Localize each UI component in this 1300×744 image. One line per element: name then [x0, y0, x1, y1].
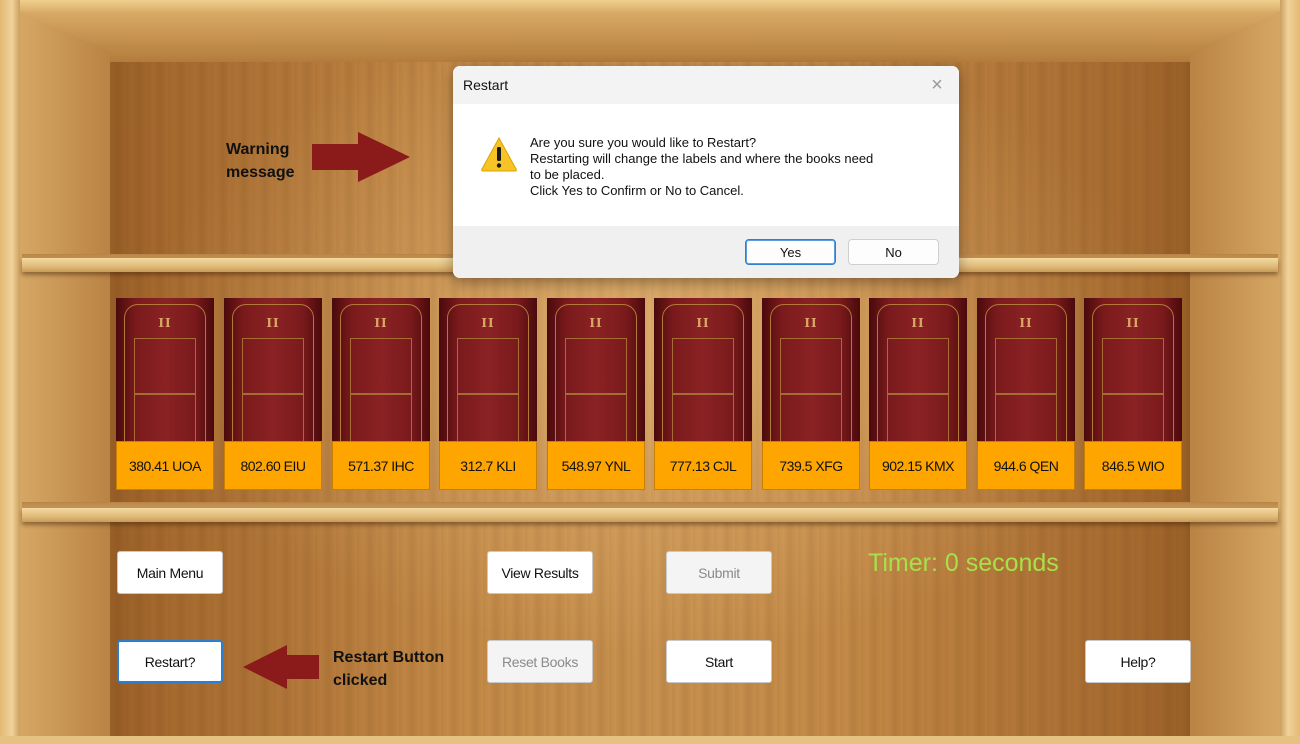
book[interactable]: II 380.41 UOA	[116, 298, 214, 490]
book-roman-numeral: II	[158, 316, 172, 330]
restart-dialog: Restart × Are you sure you would like to…	[453, 66, 959, 278]
book[interactable]: II 846.5 WIO	[1084, 298, 1182, 490]
book-cover: II	[762, 298, 860, 441]
book-roman-numeral: II	[481, 316, 495, 330]
book-roman-numeral: II	[374, 316, 388, 330]
book[interactable]: II 571.37 IHC	[332, 298, 430, 490]
book-cover-panel	[565, 338, 627, 441]
book-label: 902.15 KMX	[869, 441, 967, 490]
restart-annotation: Restart Button clicked	[333, 646, 444, 692]
book-label: 944.6 QEN	[977, 441, 1075, 490]
start-button[interactable]: Start	[666, 640, 772, 683]
book-cover: II	[977, 298, 1075, 441]
book-cover-bar	[1102, 393, 1164, 395]
book[interactable]: II 548.97 YNL	[547, 298, 645, 490]
book-roman-numeral: II	[911, 316, 925, 330]
close-icon[interactable]: ×	[925, 74, 949, 96]
warning-icon	[481, 136, 517, 172]
submit-button[interactable]: Submit	[666, 551, 772, 594]
book-cover-panel	[672, 338, 734, 441]
restart-button[interactable]: Restart?	[117, 640, 223, 683]
book-cover-bar	[672, 393, 734, 395]
book-cover-panel	[780, 338, 842, 441]
shelf-frame-bottom	[0, 736, 1300, 744]
middle-shelf-board	[22, 508, 1278, 522]
book[interactable]: II 802.60 EIU	[224, 298, 322, 490]
view-results-button[interactable]: View Results	[487, 551, 593, 594]
book-cover: II	[869, 298, 967, 441]
book-roman-numeral: II	[1019, 316, 1033, 330]
reset-books-button[interactable]: Reset Books	[487, 640, 593, 683]
book-cover-panel	[1102, 338, 1164, 441]
book-label: 548.97 YNL	[547, 441, 645, 490]
shelf-frame-left	[0, 0, 20, 744]
book-cover-bar	[565, 393, 627, 395]
book-cover: II	[654, 298, 752, 441]
book-label: 777.13 CJL	[654, 441, 752, 490]
help-button[interactable]: Help?	[1085, 640, 1191, 683]
book-roman-numeral: II	[266, 316, 280, 330]
dialog-titlebar	[453, 66, 959, 104]
shelf-right-panel	[1190, 12, 1280, 744]
book-label: 802.60 EIU	[224, 441, 322, 490]
right-arrow-icon	[312, 132, 410, 182]
timer-display: Timer: 0 seconds	[868, 549, 1059, 577]
dialog-message-line: Restarting will change the labels and wh…	[530, 151, 874, 166]
book-cover-bar	[887, 393, 949, 395]
book-label: 380.41 UOA	[116, 441, 214, 490]
book[interactable]: II 312.7 KLI	[439, 298, 537, 490]
book-cover: II	[1084, 298, 1182, 441]
book-roman-numeral: II	[589, 316, 603, 330]
shelf-left-panel	[20, 12, 110, 744]
no-button[interactable]: No	[848, 239, 939, 265]
book-label: 571.37 IHC	[332, 441, 430, 490]
warning-annotation-line2: message	[226, 164, 295, 181]
book-cover-bar	[995, 393, 1057, 395]
book-label: 846.5 WIO	[1084, 441, 1182, 490]
book-cover-panel	[242, 338, 304, 441]
book[interactable]: II 777.13 CJL	[654, 298, 752, 490]
book-roman-numeral: II	[804, 316, 818, 330]
book-cover: II	[439, 298, 537, 441]
book-cover-panel	[134, 338, 196, 441]
book-roman-numeral: II	[696, 316, 710, 330]
book-label: 739.5 XFG	[762, 441, 860, 490]
book[interactable]: II 739.5 XFG	[762, 298, 860, 490]
warning-annotation: Warning message	[226, 138, 295, 184]
book-cover-bar	[242, 393, 304, 395]
shelf-frame-top	[0, 0, 1300, 12]
book-label: 312.7 KLI	[439, 441, 537, 490]
restart-annotation-line2: clicked	[333, 672, 388, 689]
dialog-message-line: Click Yes to Confirm or No to Cancel.	[530, 183, 744, 198]
book-cover-panel	[350, 338, 412, 441]
dialog-message-line: Are you sure you would like to Restart?	[530, 135, 757, 150]
book-cover: II	[547, 298, 645, 441]
shelf-ceiling	[20, 12, 1280, 62]
restart-annotation-line1: Restart Button	[333, 649, 445, 666]
book[interactable]: II 944.6 QEN	[977, 298, 1075, 490]
book-cover: II	[116, 298, 214, 441]
yes-button[interactable]: Yes	[745, 239, 836, 265]
book-cover-panel	[995, 338, 1057, 441]
dialog-title: Restart	[463, 77, 509, 93]
book-cover-panel	[457, 338, 519, 441]
warning-annotation-line1: Warning	[226, 141, 290, 158]
dialog-message: Are you sure you would like to Restart? …	[530, 135, 940, 199]
book-cover-panel	[887, 338, 949, 441]
left-arrow-icon	[243, 645, 319, 689]
book-roman-numeral: II	[1126, 316, 1140, 330]
book-cover: II	[332, 298, 430, 441]
book-cover-bar	[350, 393, 412, 395]
book-cover-bar	[457, 393, 519, 395]
dialog-message-line: to be placed.	[530, 167, 605, 182]
book-cover: II	[224, 298, 322, 441]
book[interactable]: II 902.15 KMX	[869, 298, 967, 490]
book-cover-bar	[780, 393, 842, 395]
shelf-frame-right	[1280, 0, 1300, 744]
book-cover-bar	[134, 393, 196, 395]
main-menu-button[interactable]: Main Menu	[117, 551, 223, 594]
